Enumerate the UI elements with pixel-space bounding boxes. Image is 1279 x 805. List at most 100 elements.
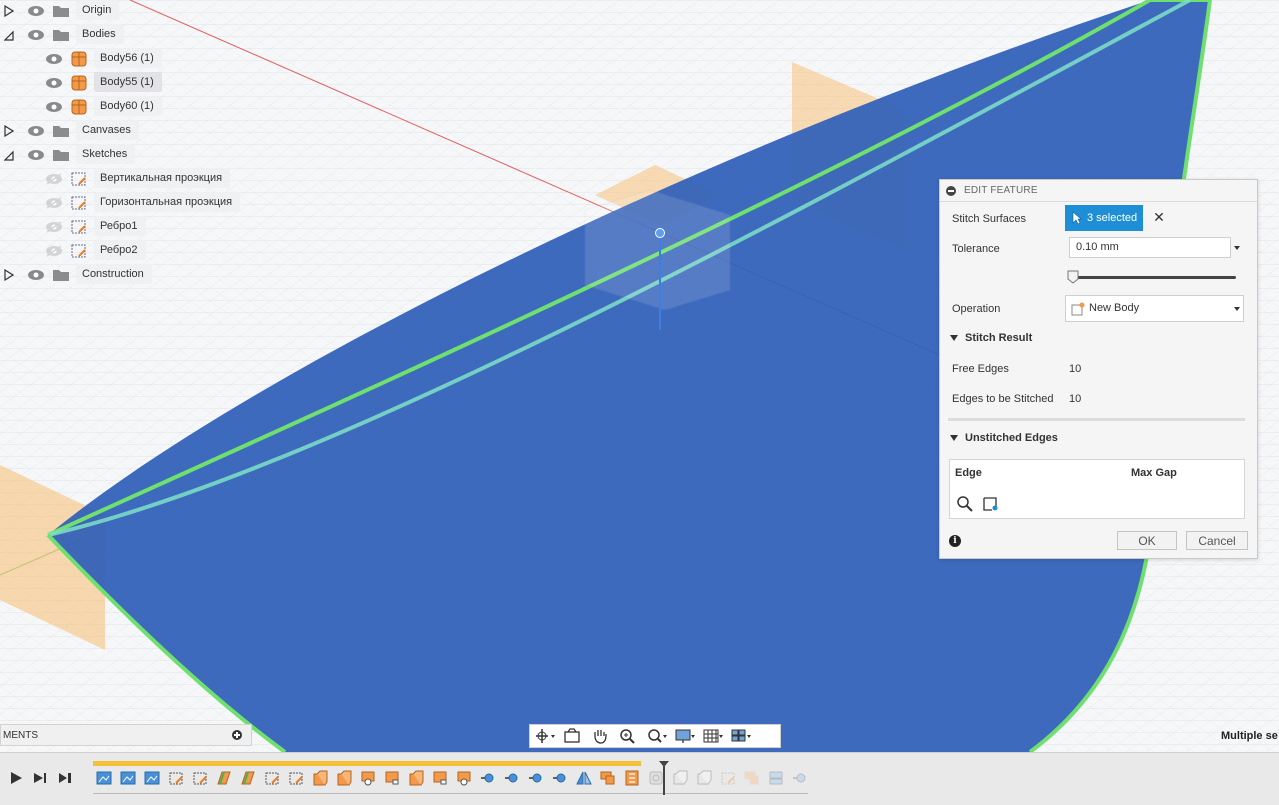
stitch-result-section[interactable]: Stitch Result [950, 332, 1032, 344]
play-icon[interactable] [9, 771, 23, 785]
tree-item-bodies[interactable]: Bodies [0, 24, 250, 46]
sketch-feature-icon[interactable] [264, 770, 280, 786]
sketch-feature-icon[interactable] [168, 770, 184, 786]
eye-hidden-icon[interactable] [45, 245, 63, 257]
look-at-button[interactable] [562, 727, 584, 745]
stitch-surfaces-selection-button[interactable]: 3 selected [1065, 205, 1143, 231]
tolerance-slider-thumb[interactable] [1067, 270, 1079, 284]
suppressed-feature-icon[interactable] [696, 770, 712, 786]
unstitched-edges-section[interactable]: Unstitched Edges [950, 432, 1058, 444]
collapse-dialog-icon[interactable] [946, 186, 956, 196]
move-feature-icon[interactable] [504, 770, 520, 786]
extrude-feature-icon[interactable] [312, 770, 328, 786]
tolerance-slider-track[interactable] [1070, 276, 1236, 279]
canvas-feature-icon[interactable] [96, 770, 112, 786]
edge-select-icon[interactable] [982, 495, 1000, 513]
folder-icon [53, 30, 69, 41]
collapse-triangle-icon[interactable] [4, 149, 14, 161]
eye-icon[interactable] [27, 5, 45, 17]
fit-button[interactable] [646, 727, 668, 745]
ok-button[interactable]: OK [1117, 531, 1177, 550]
tree-item-label: Sketches [76, 144, 136, 164]
tree-item-canvases[interactable]: Canvases [0, 120, 250, 142]
selected-count-label: 3 selected [1087, 212, 1138, 224]
eye-icon[interactable] [45, 77, 63, 89]
eye-hidden-icon[interactable] [45, 197, 63, 209]
move-feature-icon[interactable] [480, 770, 496, 786]
move-feature-icon[interactable] [552, 770, 568, 786]
tolerance-input[interactable]: 0.10 mm [1069, 237, 1231, 258]
combine-feature-icon[interactable] [600, 770, 616, 786]
pan-button[interactable] [590, 727, 612, 745]
canvas-feature-icon[interactable] [120, 770, 136, 786]
expand-triangle-icon[interactable] [4, 269, 14, 281]
move-feature-icon[interactable] [528, 770, 544, 786]
tree-item-sketch-rebro1[interactable]: Ребро1 [0, 216, 250, 238]
extrude-feature-icon[interactable] [432, 770, 448, 786]
info-icon[interactable]: i [949, 535, 961, 547]
tree-item-sketches[interactable]: Sketches [0, 144, 250, 166]
eye-hidden-icon[interactable] [45, 221, 63, 233]
extrude-feature-icon[interactable] [408, 770, 424, 786]
zoom-to-edge-icon[interactable] [956, 495, 974, 513]
mirror-feature-icon[interactable] [576, 770, 592, 786]
loft-feature-icon[interactable] [240, 770, 256, 786]
hole-feature-icon[interactable] [456, 770, 472, 786]
section-divider [948, 418, 1245, 421]
tree-item-construction[interactable]: Construction [0, 264, 250, 286]
collapse-triangle-icon[interactable] [4, 29, 14, 41]
edges-to-stitch-label: Edges to be Stitched [952, 393, 1054, 405]
go-to-end-icon[interactable] [58, 771, 72, 785]
zoom-button[interactable] [618, 727, 640, 745]
tree-item-label: Bodies [76, 24, 124, 44]
eye-icon[interactable] [27, 269, 45, 281]
operation-dropdown-icon[interactable] [1234, 307, 1240, 311]
tree-item-body55[interactable]: Body55 (1) [0, 72, 250, 94]
tree-item-body60[interactable]: Body60 (1) [0, 96, 250, 118]
clear-selection-icon[interactable]: ✕ [1152, 210, 1166, 224]
expand-triangle-icon[interactable] [4, 5, 14, 17]
sketch-feature-icon[interactable] [288, 770, 304, 786]
tree-item-body56[interactable]: Body56 (1) [0, 48, 250, 70]
sketch-feature-icon[interactable] [192, 770, 208, 786]
comments-panel[interactable]: MENTS [0, 724, 252, 746]
suppressed-feature-icon[interactable] [720, 770, 736, 786]
tree-item-sketch-rebro2[interactable]: Ребро2 [0, 240, 250, 262]
tree-item-sketch-vertical[interactable]: Вертикальная проэкция [0, 168, 250, 190]
canvas-feature-icon[interactable] [144, 770, 160, 786]
suppressed-feature-icon[interactable] [768, 770, 784, 786]
orbit-tool-button[interactable] [534, 727, 556, 745]
tree-item-sketch-horizontal[interactable]: Горизонтальная проэкция [0, 192, 250, 214]
section-collapse-icon[interactable] [950, 435, 958, 441]
display-settings-button[interactable] [674, 727, 696, 745]
eye-icon[interactable] [27, 149, 45, 161]
eye-icon[interactable] [45, 53, 63, 65]
viewports-button[interactable] [730, 727, 752, 745]
grid-settings-button[interactable] [702, 727, 724, 745]
operation-select[interactable]: New Body [1065, 295, 1244, 322]
loft-feature-icon[interactable] [216, 770, 232, 786]
section-collapse-icon[interactable] [950, 335, 958, 341]
dialog-header[interactable]: EDIT FEATURE [940, 180, 1257, 202]
folder-icon [53, 270, 69, 281]
suppressed-feature-icon[interactable] [744, 770, 760, 786]
free-edges-value: 10 [1069, 363, 1082, 375]
add-comment-icon[interactable] [232, 730, 242, 740]
extrude-feature-icon[interactable] [384, 770, 400, 786]
timeline-marker[interactable] [659, 761, 669, 795]
expand-triangle-icon[interactable] [4, 125, 14, 137]
hole-feature-icon[interactable] [360, 770, 376, 786]
step-forward-icon[interactable] [33, 771, 47, 785]
suppressed-feature-icon[interactable] [672, 770, 688, 786]
eye-icon[interactable] [27, 125, 45, 137]
extrude-feature-icon[interactable] [336, 770, 352, 786]
tolerance-dropdown-icon[interactable] [1234, 246, 1240, 250]
eye-hidden-icon[interactable] [45, 173, 63, 185]
tree-item-origin[interactable]: Origin [0, 0, 250, 22]
split-feature-icon[interactable] [624, 770, 640, 786]
suppressed-feature-icon[interactable] [648, 770, 664, 786]
eye-icon[interactable] [27, 29, 45, 41]
suppressed-feature-icon[interactable] [792, 770, 808, 786]
eye-icon[interactable] [45, 101, 63, 113]
cancel-button[interactable]: Cancel [1186, 531, 1248, 550]
